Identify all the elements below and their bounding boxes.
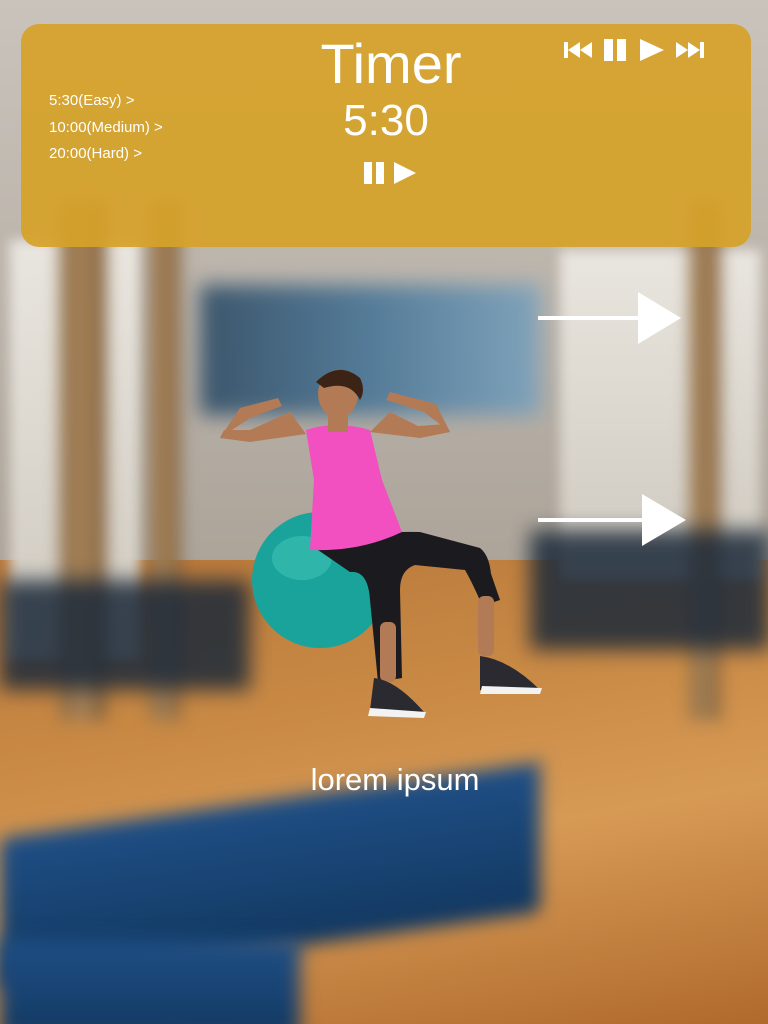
play-icon[interactable] xyxy=(393,160,417,186)
shoe xyxy=(480,656,540,690)
tank-top xyxy=(306,425,402,551)
exercise-figure xyxy=(220,369,542,718)
timer-value: 5:30 xyxy=(343,96,429,145)
play-icon[interactable] xyxy=(639,37,665,63)
arrow-right-icon[interactable] xyxy=(538,492,688,548)
timer-panel: 5:30(Easy) > 10:00(Medium) > 20:00(Hard)… xyxy=(21,24,751,247)
shoe xyxy=(370,678,424,712)
fast-forward-icon[interactable] xyxy=(675,39,705,61)
background-bench xyxy=(0,940,300,1024)
arrow-right-icon[interactable] xyxy=(538,290,684,346)
skip-back-icon[interactable] xyxy=(563,39,593,61)
timer-controls xyxy=(363,160,417,186)
background-machine xyxy=(530,530,768,650)
pause-icon[interactable] xyxy=(603,37,629,63)
pause-icon[interactable] xyxy=(363,160,389,186)
media-controls xyxy=(563,37,705,63)
exercise-caption: lorem ipsum xyxy=(310,762,480,797)
